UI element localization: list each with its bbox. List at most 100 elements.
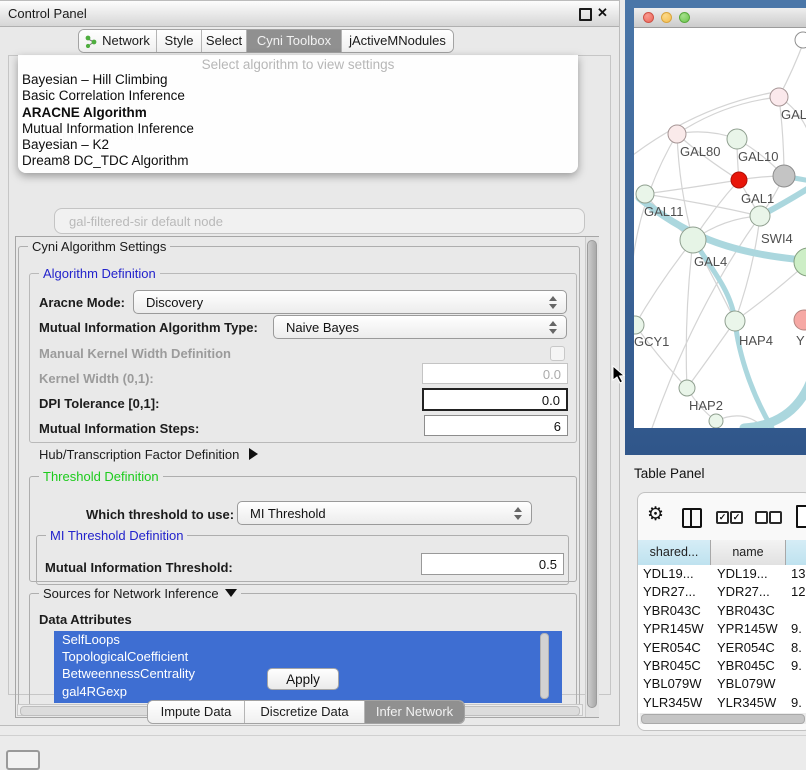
table-cell: YBR043C [638, 602, 712, 620]
kernel-width-field[interactable]: 0.0 [422, 363, 568, 384]
algorithm-option[interactable]: Dream8 DC_TDC Algorithm [18, 153, 578, 169]
split-column-icon[interactable] [682, 508, 702, 528]
table-cell [786, 675, 806, 693]
algorithm-option[interactable]: Bayesian – Hill Climbing [18, 72, 578, 88]
table-cell: 9. [786, 657, 806, 675]
tab-cyni-toolbox[interactable]: Cyni Toolbox [246, 30, 341, 52]
network-view[interactable]: GALGAL80GAL10GAL1GAL11SWI4GAL4GCY1HAP4YH… [634, 28, 806, 428]
algorithm-option[interactable]: Bayesian – K2 [18, 137, 578, 153]
network-node[interactable] [794, 310, 806, 330]
mi-type-label: Mutual Information Algorithm Type: [39, 320, 258, 335]
close-traffic-light[interactable] [643, 12, 654, 23]
algorithm-option[interactable]: Basic Correlation Inference [18, 88, 578, 104]
minimize-traffic-light[interactable] [661, 12, 672, 23]
list-scrollbar-thumb[interactable] [540, 633, 549, 699]
network-node[interactable] [727, 129, 747, 149]
node-label: GAL80 [680, 144, 720, 159]
node-label: Y [796, 333, 805, 348]
kernel-width-label: Kernel Width (0,1): [39, 371, 154, 386]
network-node[interactable] [709, 414, 723, 428]
checked-box-icon[interactable]: ✓ [716, 511, 729, 524]
network-edge [687, 321, 735, 388]
network-node[interactable] [668, 125, 686, 143]
tab-jactivemnodules[interactable]: jActiveMNodules [341, 30, 453, 52]
zoom-traffic-light[interactable] [679, 12, 690, 23]
hub-definition-toggle[interactable]: Hub/Transcription Factor Definition [39, 447, 258, 462]
table-cell: YBR045C [712, 657, 786, 675]
node-label: GAL1 [741, 191, 774, 206]
network-node[interactable] [795, 32, 806, 48]
tab-style[interactable]: Style [156, 30, 201, 52]
unchecked-box-icon[interactable] [769, 511, 782, 524]
scrollbar-thumb[interactable] [587, 240, 597, 708]
scrollbar-thumb[interactable] [641, 714, 805, 724]
table-cell: 13 [786, 565, 806, 583]
tab-select[interactable]: Select [201, 30, 246, 52]
attribute-item[interactable]: SelfLoops [54, 631, 562, 648]
table-row[interactable]: YDR27...YDR27...12 [638, 583, 806, 601]
mi-steps-field[interactable]: 6 [424, 415, 568, 436]
float-window-icon[interactable] [579, 8, 592, 21]
network-node[interactable] [773, 165, 795, 187]
table-row[interactable]: YBR043CYBR043C [638, 602, 806, 620]
control-panel-titlebar[interactable]: Control Panel ✕ [0, 1, 619, 27]
tab-network[interactable]: Network [79, 30, 156, 52]
column-header[interactable]: shared... [638, 540, 711, 565]
manual-kernel-checkbox[interactable] [550, 346, 565, 361]
network-node[interactable] [794, 248, 806, 276]
table-row[interactable]: YBR045CYBR045C9. [638, 657, 806, 675]
algorithm-option[interactable]: Mutual Information Inference [18, 121, 578, 137]
apply-button[interactable]: Apply [267, 668, 339, 690]
table-row[interactable]: YDL19...YDL19...13 [638, 565, 806, 583]
table-row[interactable]: YBL079WYBL079W [638, 675, 806, 693]
vertical-scrollbar[interactable] [585, 237, 599, 717]
mouse-cursor [612, 365, 625, 384]
mi-algorithm-type-select[interactable]: Naive Bayes [273, 315, 567, 339]
tab-infer-network[interactable]: Infer Network [364, 701, 464, 723]
attribute-item[interactable]: TopologicalCoefficient [54, 648, 562, 665]
manual-kernel-label: Manual Kernel Width Definition [39, 346, 231, 361]
dpi-tolerance-label: DPI Tolerance [0,1]: [39, 396, 159, 411]
tab-label: Select [206, 30, 242, 52]
network-node[interactable] [634, 316, 644, 334]
column-header[interactable]: name [711, 540, 786, 565]
node-label: GAL4 [694, 254, 727, 269]
close-icon[interactable]: ✕ [597, 5, 608, 21]
group-title: MI Threshold Definition [46, 528, 187, 543]
updown-arrows-icon [549, 296, 557, 309]
table-cell: YLR345W [712, 694, 786, 712]
column-header[interactable]: A [786, 540, 806, 565]
table-row[interactable]: YER054CYER054C8. [638, 639, 806, 657]
dpi-tolerance-field[interactable]: 0.0 [422, 388, 568, 411]
network-node[interactable] [750, 206, 770, 226]
data-attributes-list[interactable]: SelfLoopsTopologicalCoefficientBetweenne… [54, 631, 562, 703]
which-threshold-select[interactable]: MI Threshold [237, 501, 532, 525]
algorithm-option[interactable]: ARACNE Algorithm [18, 105, 578, 121]
network-node[interactable] [731, 172, 747, 188]
network-window-titlebar[interactable] [634, 8, 806, 28]
table-horizontal-scrollbar[interactable] [640, 713, 806, 724]
network-node[interactable] [636, 185, 654, 203]
node-label: HAP2 [689, 398, 723, 413]
network-node[interactable] [725, 311, 745, 331]
tab-discretize-data[interactable]: Discretize Data [244, 701, 364, 723]
algorithm-select-combo[interactable]: gal-filtered-sir default node [54, 208, 585, 234]
sources-toggle[interactable]: Sources for Network Inference [39, 586, 241, 601]
node-label: GAL [781, 107, 806, 122]
gear-icon[interactable]: ⚙ [647, 503, 664, 526]
table-row[interactable]: YPR145WYPR145W9. [638, 620, 806, 638]
aracne-mode-select[interactable]: Discovery [133, 290, 567, 314]
aracne-mode-label: Aracne Mode: [39, 295, 125, 310]
table-cell: YPR145W [638, 620, 712, 638]
page-icon[interactable] [796, 505, 806, 528]
unchecked-box-icon[interactable] [755, 511, 768, 524]
mi-threshold-field[interactable]: 0.5 [421, 553, 564, 575]
network-node[interactable] [770, 88, 788, 106]
table-row[interactable]: YLR345WYLR345W9. [638, 694, 806, 712]
checked-box-icon[interactable]: ✓ [730, 511, 743, 524]
tab-impute-data[interactable]: Impute Data [148, 701, 244, 723]
network-node[interactable] [679, 380, 695, 396]
node-label: SWI4 [761, 231, 793, 246]
partial-button[interactable] [6, 750, 40, 770]
network-node[interactable] [680, 227, 706, 253]
